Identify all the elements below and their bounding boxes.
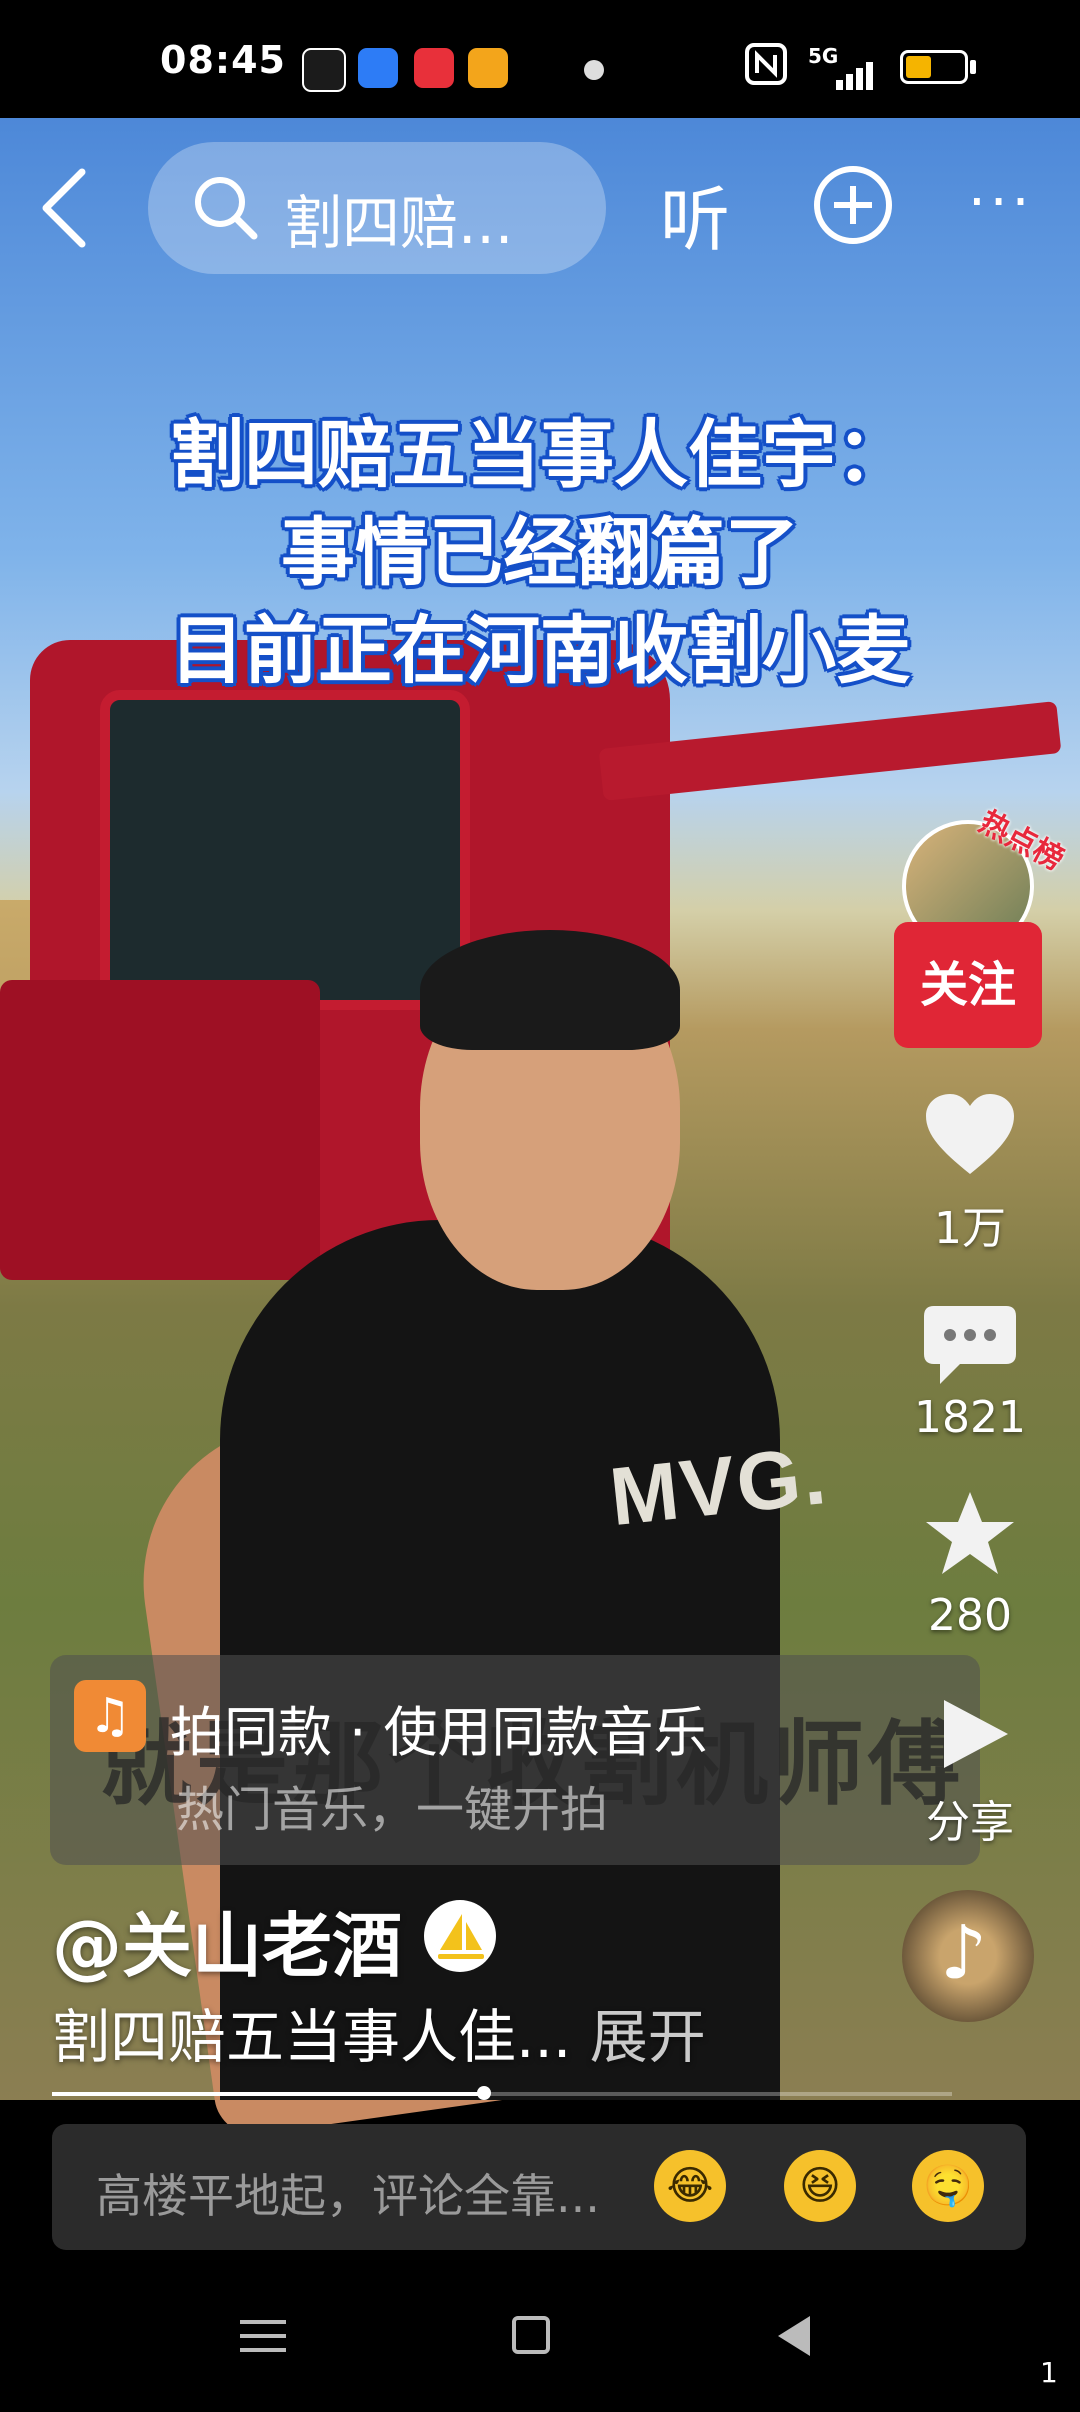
nfc-icon (744, 42, 788, 95)
expand-link[interactable]: 展开 (590, 2003, 706, 2071)
signal-icon (818, 62, 876, 94)
menu-icon (240, 2320, 286, 2352)
favorite-count: 280 (928, 1590, 1012, 1641)
notification-dot-icon (584, 60, 604, 80)
status-time: 08:45 (160, 38, 286, 82)
heart-icon (926, 1094, 1014, 1174)
favorite-button[interactable] (920, 1488, 1020, 1578)
harvester-header (0, 980, 320, 1280)
reader-icon (468, 48, 508, 88)
caption-line-2: 事情已经翻篇了 (281, 510, 799, 596)
emoji-drool[interactable]: 🤤 (912, 2150, 984, 2222)
listen-button[interactable]: 听 (660, 164, 730, 265)
star-icon (926, 1492, 1014, 1574)
battery-level (906, 56, 931, 78)
home-button[interactable] (512, 2316, 550, 2354)
author-name[interactable]: @关山老酒 (52, 1890, 402, 1991)
like-button[interactable] (920, 1090, 1020, 1180)
person-hair (420, 930, 680, 1050)
plus-circle-icon (814, 166, 892, 244)
emoji-grin[interactable]: 😆 (784, 2150, 856, 2222)
description-text: 割四赔五当事人佳... (52, 2003, 572, 2071)
caption-line-1: 割四赔五当事人佳宇： (170, 412, 910, 498)
post-description: 割四赔五当事人佳... 展开 (52, 1990, 706, 2074)
follow-button[interactable]: 关注 (894, 922, 1042, 1048)
video-progress-thumb[interactable] (477, 2086, 491, 2100)
video-progress-fill (52, 2092, 484, 2096)
more-button[interactable]: ··· (968, 170, 1033, 235)
browser-icon (358, 48, 398, 88)
search-icon (190, 172, 262, 244)
caption-line-3: 目前正在河南收割小麦 (170, 608, 910, 694)
page-number: 1 (1040, 2356, 1058, 2389)
music-note-icon: ♫ (74, 1680, 146, 1752)
music-card-title[interactable]: 拍同款 · 使用同款音乐 (170, 1688, 708, 1767)
comment-placeholder[interactable]: 高楼平地起，评论全靠... (96, 2160, 600, 2226)
chevron-left-icon (42, 168, 86, 248)
search-query[interactable]: 割四赔... (284, 176, 513, 260)
back-button[interactable] (36, 168, 96, 248)
share-label: 分享 (926, 1797, 1014, 1848)
comment-count: 1821 (914, 1392, 1026, 1443)
emoji-laugh-cry[interactable]: 😂 (654, 2150, 726, 2222)
back-triangle-icon[interactable] (778, 2316, 810, 2356)
like-count: 1万 (934, 1203, 1006, 1254)
comment-button[interactable] (920, 1300, 1020, 1390)
add-button[interactable] (812, 164, 894, 246)
share-button[interactable] (938, 1690, 1014, 1778)
tiktok-icon (302, 48, 346, 92)
verified-badge-icon (424, 1900, 496, 1972)
music-card-subtitle: 热门音乐，一键开拍 (176, 1782, 609, 1838)
recents-button[interactable] (240, 2318, 286, 2354)
battery-tip (970, 60, 976, 74)
share-arrow-icon (944, 1700, 1008, 1768)
shopping-icon (414, 48, 454, 88)
harvester-cab (100, 690, 470, 1010)
music-note-disc-icon: ♪ (940, 1910, 988, 1996)
comment-icon (924, 1306, 1016, 1384)
